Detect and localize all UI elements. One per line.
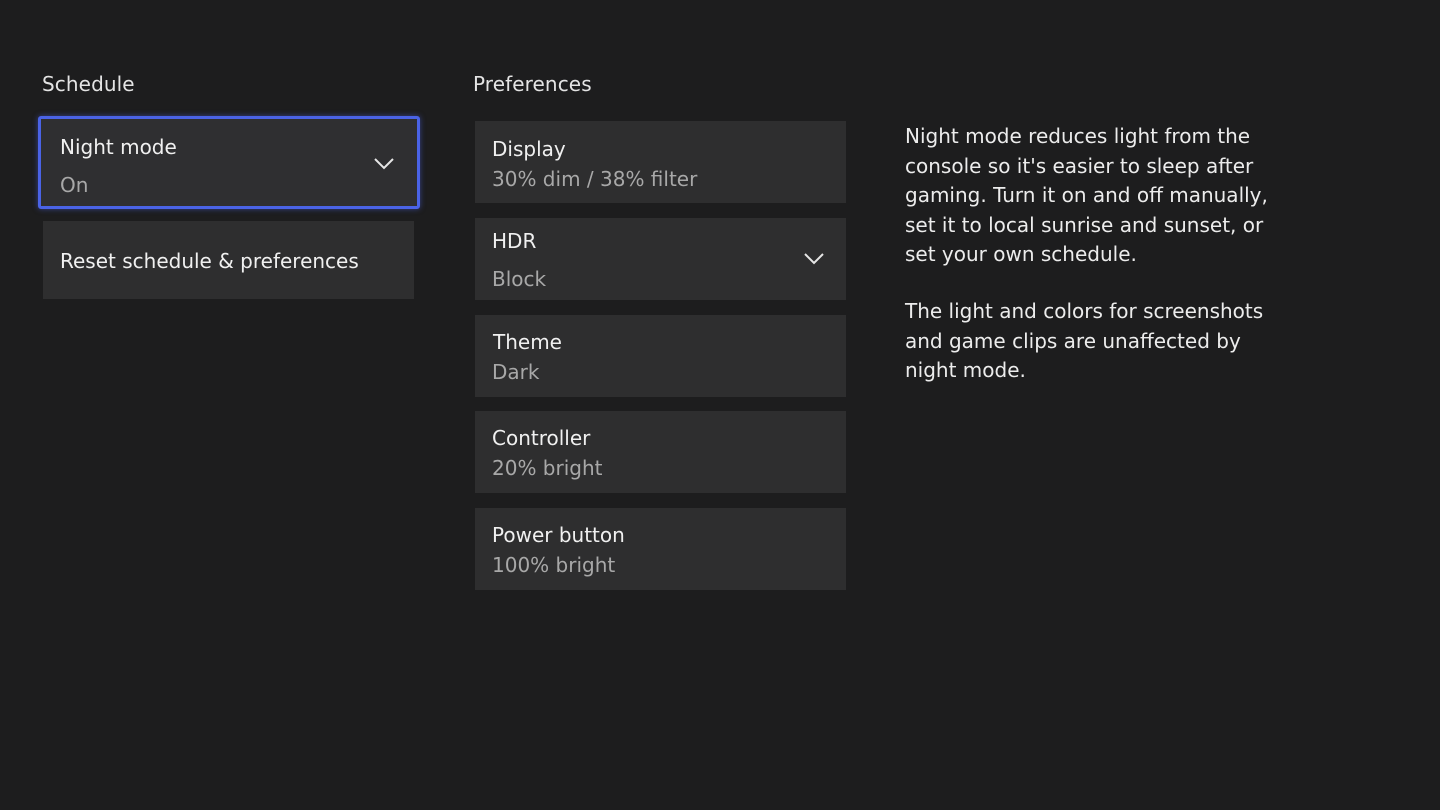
schedule-heading: Schedule	[42, 72, 135, 96]
theme-label: Theme	[493, 330, 562, 354]
display-setting[interactable]: Display 30% dim / 38% filter	[475, 121, 846, 203]
preferences-heading: Preferences	[473, 72, 592, 96]
night-mode-value: On	[60, 173, 89, 197]
capture-note: The light and colors for screenshots and…	[905, 299, 1264, 382]
power-button-label: Power button	[492, 523, 625, 547]
night-mode-label: Night mode	[60, 135, 177, 159]
night-mode-dropdown[interactable]: Night mode On	[38, 116, 420, 209]
power-button-value: 100% bright	[492, 553, 616, 577]
hdr-label: HDR	[492, 229, 537, 253]
night-mode-description: Night mode reduces light from the consol…	[905, 124, 1268, 266]
controller-label: Controller	[492, 426, 591, 450]
controller-value: 20% bright	[492, 456, 603, 480]
theme-setting[interactable]: Theme Dark	[475, 315, 846, 397]
display-value: 30% dim / 38% filter	[492, 167, 698, 191]
hdr-value: Block	[492, 267, 547, 291]
theme-value: Dark	[492, 360, 540, 384]
reset-schedule-button[interactable]: Reset schedule & preferences	[43, 221, 414, 299]
hdr-dropdown[interactable]: HDR Block	[475, 218, 846, 300]
chevron-down-icon	[374, 158, 394, 170]
power-button-setting[interactable]: Power button 100% bright	[475, 508, 846, 590]
display-label: Display	[492, 137, 566, 161]
controller-setting[interactable]: Controller 20% bright	[475, 411, 846, 493]
reset-schedule-label: Reset schedule & preferences	[60, 249, 359, 273]
chevron-down-icon	[804, 253, 824, 265]
night-mode-settings-page: Schedule Night mode On Reset schedule & …	[0, 0, 1440, 810]
